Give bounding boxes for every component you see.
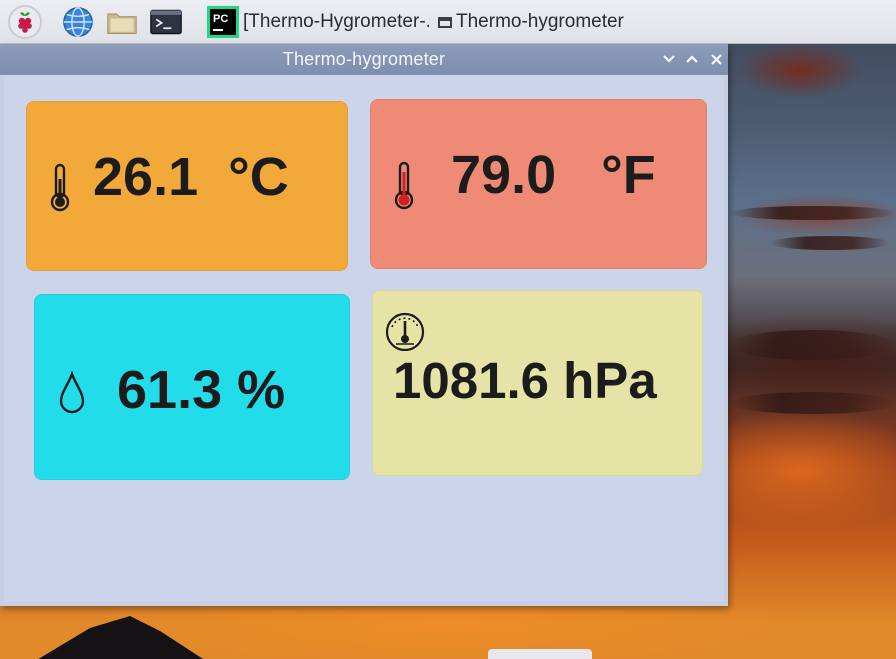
taskbar-item-label: [Thermo-Hygrometer-...: [243, 11, 429, 32]
wallpaper-cloud: [730, 330, 896, 360]
humidity-card: 61.3 %: [34, 294, 350, 480]
globe-icon[interactable]: [62, 6, 94, 38]
raspberry-menu-icon[interactable]: [8, 5, 42, 39]
taskbar-item-editor[interactable]: [Thermo-Hygrometer-...: [243, 8, 429, 36]
window-titlebar[interactable]: Thermo-hygrometer: [0, 44, 728, 75]
celsius-reading: 26.1 °C: [93, 147, 289, 207]
terminal-icon[interactable]: [150, 6, 182, 38]
pycharm-badge-text: PC: [213, 13, 228, 25]
clipboard-tab[interactable]: [488, 649, 592, 659]
minimize-button[interactable]: [660, 50, 678, 68]
window-icon: [438, 16, 452, 28]
thermometer-hot-icon: [394, 161, 414, 210]
taskbar-item-thermo-window[interactable]: Thermo-hygrometer: [438, 8, 638, 36]
thermometer-icon: [50, 163, 70, 212]
fahrenheit-reading: 79.0 °F: [451, 145, 656, 205]
water-drop-icon: [59, 371, 85, 414]
pressure-reading: 1081.6 hPa: [393, 352, 657, 409]
chevron-up-icon: [686, 55, 698, 63]
close-icon: [710, 53, 722, 65]
thermo-hygrometer-window: Thermo-hygrometer 26.1 °C 79.0 °F 61.3 %…: [0, 44, 728, 606]
humidity-reading: 61.3 %: [117, 360, 286, 420]
taskbar-item-label: Thermo-hygrometer: [456, 11, 624, 32]
wallpaper-cloud: [770, 236, 890, 250]
readings-panel: 26.1 °C 79.0 °F 61.3 % 1081.6 hPa: [4, 75, 724, 602]
taskbar: PC [Thermo-Hygrometer-... Thermo-hygrome…: [0, 0, 896, 44]
window-title: Thermo-hygrometer: [282, 49, 446, 69]
wallpaper-cloud: [730, 392, 896, 414]
pressure-card: 1081.6 hPa: [372, 290, 703, 476]
wallpaper-cloud: [730, 206, 896, 220]
fahrenheit-card: 79.0 °F: [370, 99, 707, 269]
celsius-card: 26.1 °C: [26, 101, 348, 271]
chevron-down-icon: [663, 55, 675, 63]
pycharm-icon[interactable]: PC: [207, 6, 239, 38]
maximize-button[interactable]: [683, 50, 701, 68]
barometer-gauge-icon: [385, 312, 425, 351]
close-button[interactable]: [707, 50, 725, 68]
folder-icon[interactable]: [106, 6, 138, 38]
